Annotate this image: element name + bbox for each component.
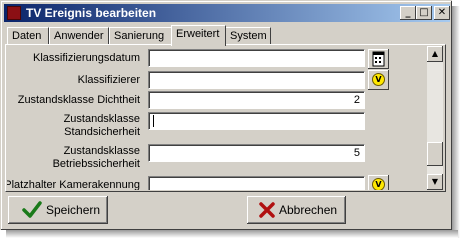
close-button[interactable]: ✕	[434, 6, 450, 20]
lookup-icon: V	[372, 73, 385, 86]
cancel-x-icon	[259, 202, 275, 218]
label-zustandsklasse-standsicherheit-1: Zustandsklasse	[63, 113, 140, 125]
klassifizierungsdatum-field[interactable]	[148, 49, 365, 67]
cancel-button[interactable]: Abbrechen	[247, 196, 346, 224]
zustandsklasse-standsicherheit-field[interactable]	[148, 112, 365, 130]
label-zustandsklasse-betriebssicherheit-2: Betriebssicherheit	[52, 158, 140, 170]
title-bar[interactable]: TV Ereignis bearbeiten _ □ ✕	[4, 4, 450, 22]
save-label: Speichern	[46, 203, 101, 217]
save-button[interactable]: Speichern	[8, 196, 108, 224]
tab-daten[interactable]: Daten	[7, 27, 49, 44]
tab-erweitert[interactable]: Erweitert	[171, 25, 226, 46]
vertical-scrollbar[interactable]: ▲ ▼	[427, 46, 443, 190]
maximize-button[interactable]: □	[416, 6, 432, 20]
minimize-button[interactable]: _	[400, 6, 416, 20]
klassifizierer-field[interactable]	[148, 71, 365, 89]
calendar-icon	[372, 51, 385, 67]
label-platzhalter-kamerakennung: Platzhalter Kamerakennung	[7, 179, 140, 190]
cancel-label: Abbrechen	[279, 203, 338, 217]
lookup-icon: V	[372, 178, 385, 190]
klassifizierer-lookup-button[interactable]: V	[368, 70, 389, 90]
kamerakennung-lookup-button[interactable]: V	[368, 175, 389, 190]
label-zustandsklasse-dichtheit: Zustandsklasse Dichtheit	[17, 94, 140, 106]
tab-panel-erweitert: Klassifizierungsdatum Klassifizierer V Z…	[5, 44, 446, 192]
tab-sanierung[interactable]: Sanierung	[109, 27, 172, 44]
text-cursor	[153, 115, 154, 128]
label-klassifizierungsdatum: Klassifizierungsdatum	[33, 52, 140, 64]
zustandsklasse-betriebssicherheit-field[interactable]: 5	[148, 144, 365, 162]
calendar-button[interactable]	[368, 49, 389, 69]
form-area: Klassifizierungsdatum Klassifizierer V Z…	[7, 46, 426, 190]
label-zustandsklasse-betriebssicherheit-1: Zustandsklasse	[63, 145, 140, 157]
check-icon	[22, 201, 42, 218]
tab-anwender[interactable]: Anwender	[49, 27, 109, 44]
scroll-up-button[interactable]: ▲	[427, 46, 443, 62]
app-icon	[7, 6, 21, 20]
scroll-thumb[interactable]	[427, 142, 443, 166]
label-klassifizierer: Klassifizierer	[77, 74, 140, 86]
platzhalter-kamerakennung-field[interactable]	[148, 176, 365, 190]
zustandsklasse-dichtheit-field[interactable]: 2	[148, 91, 365, 109]
tab-system[interactable]: System	[225, 27, 271, 44]
label-zustandsklasse-standsicherheit-2: Standsicherheit	[64, 126, 140, 138]
scroll-down-button[interactable]: ▼	[427, 174, 443, 190]
window-title: TV Ereignis bearbeiten	[26, 6, 157, 20]
dialog-window: TV Ereignis bearbeiten _ □ ✕ Daten Anwen…	[0, 0, 452, 230]
